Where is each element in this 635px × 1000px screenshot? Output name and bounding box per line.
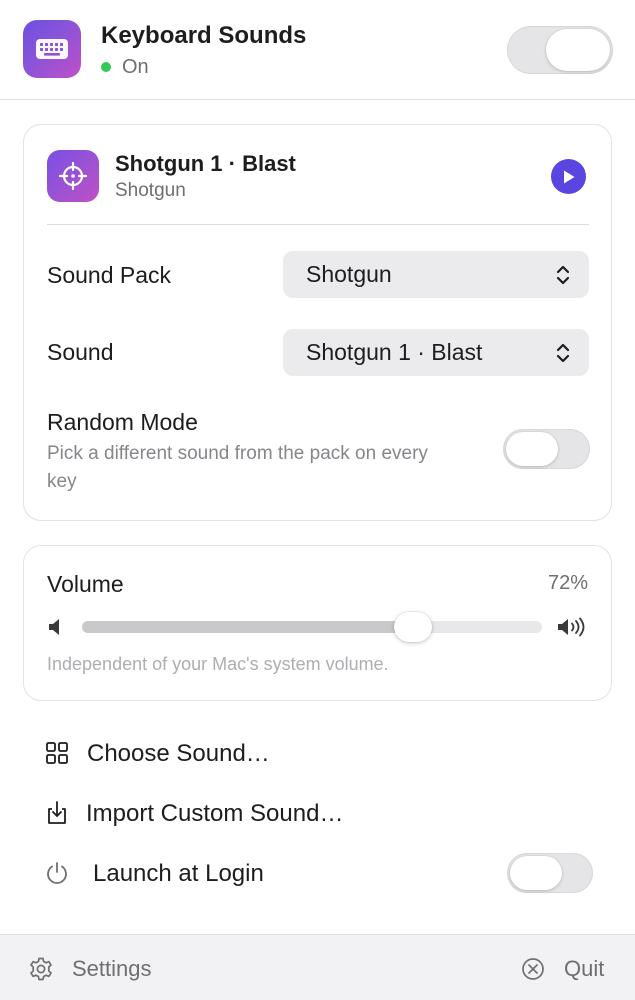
sound-pack-select[interactable]: Shotgun bbox=[283, 251, 589, 298]
play-icon bbox=[563, 170, 574, 183]
settings-button[interactable]: Settings bbox=[28, 955, 152, 983]
sound-pack-value: Shotgun bbox=[306, 261, 392, 287]
launch-at-login-menu-item[interactable]: Launch at Login bbox=[0, 848, 635, 898]
import-icon bbox=[48, 801, 66, 824]
status-indicator: On bbox=[101, 56, 149, 78]
import-custom-sound-label: Import Custom Sound… bbox=[86, 800, 344, 827]
speaker-high-icon bbox=[558, 617, 585, 637]
now-playing-subtitle: Shotgun bbox=[115, 180, 186, 201]
launch-at-login-label: Launch at Login bbox=[93, 860, 264, 887]
volume-slider-fill bbox=[82, 621, 413, 633]
volume-note: Independent of your Mac's system volume. bbox=[47, 654, 389, 674]
gear-icon bbox=[30, 957, 52, 981]
sound-pack-label: Sound Pack bbox=[47, 262, 172, 288]
choose-sound-label: Choose Sound… bbox=[87, 740, 270, 767]
toggle-knob bbox=[546, 29, 610, 71]
toggle-knob bbox=[506, 432, 558, 466]
power-icon bbox=[47, 862, 67, 884]
random-mode-description: Pick a different sound from the pack on … bbox=[47, 443, 428, 492]
volume-slider-thumb[interactable] bbox=[394, 612, 432, 642]
keyboard-icon bbox=[23, 20, 81, 78]
sound-label: Sound bbox=[47, 339, 114, 365]
volume-slider[interactable] bbox=[82, 612, 542, 642]
quit-label: Quit bbox=[564, 956, 605, 981]
volume-card: Volume 72% Independent of your Mac's sys… bbox=[23, 545, 612, 701]
speaker-low-icon bbox=[49, 619, 59, 635]
close-circle-icon bbox=[522, 958, 544, 980]
settings-label: Settings bbox=[72, 956, 152, 981]
random-mode-toggle[interactable] bbox=[503, 429, 590, 469]
app-title: Keyboard Sounds bbox=[101, 22, 307, 49]
volume-value: 72% bbox=[547, 572, 588, 594]
play-button[interactable] bbox=[551, 159, 586, 194]
sound-select[interactable]: Shotgun 1 · Blast bbox=[283, 329, 589, 376]
grid-icon bbox=[46, 742, 68, 764]
random-mode-title: Random Mode bbox=[47, 409, 198, 435]
status-text: On bbox=[122, 55, 149, 78]
toggle-knob bbox=[510, 856, 562, 890]
chevron-updown-icon bbox=[556, 343, 570, 363]
footer: Settings Quit bbox=[0, 934, 635, 1000]
quit-button[interactable]: Quit bbox=[520, 955, 604, 983]
master-toggle[interactable] bbox=[507, 26, 613, 74]
status-dot bbox=[101, 62, 111, 72]
divider bbox=[47, 224, 589, 225]
crosshair-icon bbox=[47, 150, 99, 202]
sound-card: Shotgun 1 · Blast Shotgun Sound Pack Sho… bbox=[23, 124, 612, 521]
now-playing-title: Shotgun 1 · Blast bbox=[115, 151, 296, 176]
launch-at-login-toggle[interactable] bbox=[507, 853, 593, 893]
sound-value: Shotgun 1 · Blast bbox=[306, 339, 483, 365]
choose-sound-menu-item[interactable]: Choose Sound… bbox=[0, 728, 635, 778]
import-custom-sound-menu-item[interactable]: Import Custom Sound… bbox=[0, 788, 635, 838]
volume-label: Volume bbox=[47, 571, 124, 597]
header: Keyboard Sounds On bbox=[0, 0, 635, 100]
chevron-updown-icon bbox=[556, 265, 570, 285]
